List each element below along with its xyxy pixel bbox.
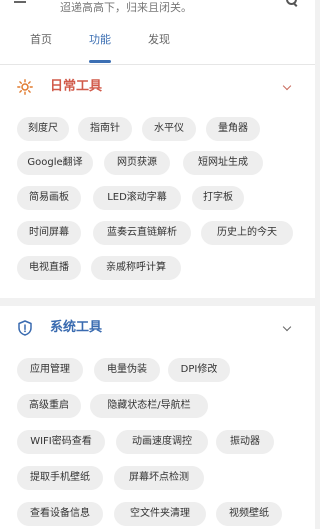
tool-battery-spoof-chip[interactable]: 电量伪装 [94,358,160,382]
tool-animation-speed-chip[interactable]: 动画速度调控 [116,430,208,454]
daily-tools-title: 日常工具 [50,79,103,94]
daily-tools-header[interactable]: 日常工具 [0,65,315,109]
tool-tv-live-chip[interactable]: 电视直播 [17,256,81,280]
tool-extract-wallpaper-chip[interactable]: 提取手机壁纸 [17,466,103,490]
tool-today-in-history-chip[interactable]: 历史上的今天 [201,221,293,245]
tool-short-url-chip[interactable]: 短网址生成 [183,151,263,175]
tab-functions[interactable]: 功能 [79,20,121,64]
tool-compass-chip[interactable]: 指南针 [78,117,132,141]
tool-google-translate-chip[interactable]: Google翻译 [17,151,93,175]
tool-app-manager-chip[interactable]: 应用管理 [17,358,83,382]
tool-webpage-source-chip[interactable]: 网页获源 [104,151,170,175]
tool-lanzou-link-chip[interactable]: 蓝奏云直链解析 [93,221,191,245]
tool-level-chip[interactable]: 水平仪 [142,117,196,141]
daily-tools-card: 日常工具 刻度尺 指南针 水平仪 量角器 Google翻译 网页获源 短网址生成… [0,65,315,298]
tool-hide-bars-chip[interactable]: 隐藏状态栏/导航栏 [90,394,208,418]
tool-empty-folder-cleanup-chip[interactable]: 空文件夹清理 [114,502,206,526]
tool-time-screen-chip[interactable]: 时间屏幕 [17,221,81,245]
tool-advanced-reboot-chip[interactable]: 高级重启 [17,394,81,418]
chevron-down-icon[interactable] [282,81,292,91]
menu-icon[interactable] [14,0,26,4]
tool-relative-title-chip[interactable]: 亲戚称呼计算 [91,256,181,280]
tool-drawing-board-chip[interactable]: 简易画板 [17,186,81,210]
tab-discover[interactable]: 发现 [138,20,180,64]
search-icon[interactable] [286,0,298,6]
tool-vibrator-chip[interactable]: 振动器 [216,430,274,454]
active-tab-indicator [89,60,111,63]
tool-led-scroll-chip[interactable]: LED滚动字幕 [93,186,181,210]
tool-ruler-chip[interactable]: 刻度尺 [17,117,69,141]
system-tools-header[interactable]: 系统工具 [0,306,315,350]
system-tools-title: 系统工具 [50,320,103,335]
tool-wifi-password-chip[interactable]: WIFI密码查看 [17,430,105,454]
tool-device-info-chip[interactable]: 查看设备信息 [17,502,103,526]
chevron-down-icon[interactable] [282,322,292,332]
shield-icon [18,320,32,336]
tool-dpi-modify-chip[interactable]: DPI修改 [168,358,230,382]
tab-bar: 首页 功能 发现 [0,20,315,65]
top-bar: 迢递高高下，归来且闭关。 [0,0,315,20]
header-subtitle: 迢递高高下，归来且闭关。 [60,1,192,14]
tool-protractor-chip[interactable]: 量角器 [206,117,260,141]
sun-icon [17,79,33,95]
system-tools-card: 系统工具 应用管理 电量伪装 DPI修改 高级重启 隐藏状态栏/导航栏 WIFI… [0,306,315,529]
tool-dead-pixel-chip[interactable]: 屏幕坏点检测 [114,466,204,490]
tool-video-wallpaper-chip[interactable]: 视频壁纸 [216,502,282,526]
tool-typing-board-chip[interactable]: 打字板 [192,186,244,210]
tab-home[interactable]: 首页 [20,20,62,64]
